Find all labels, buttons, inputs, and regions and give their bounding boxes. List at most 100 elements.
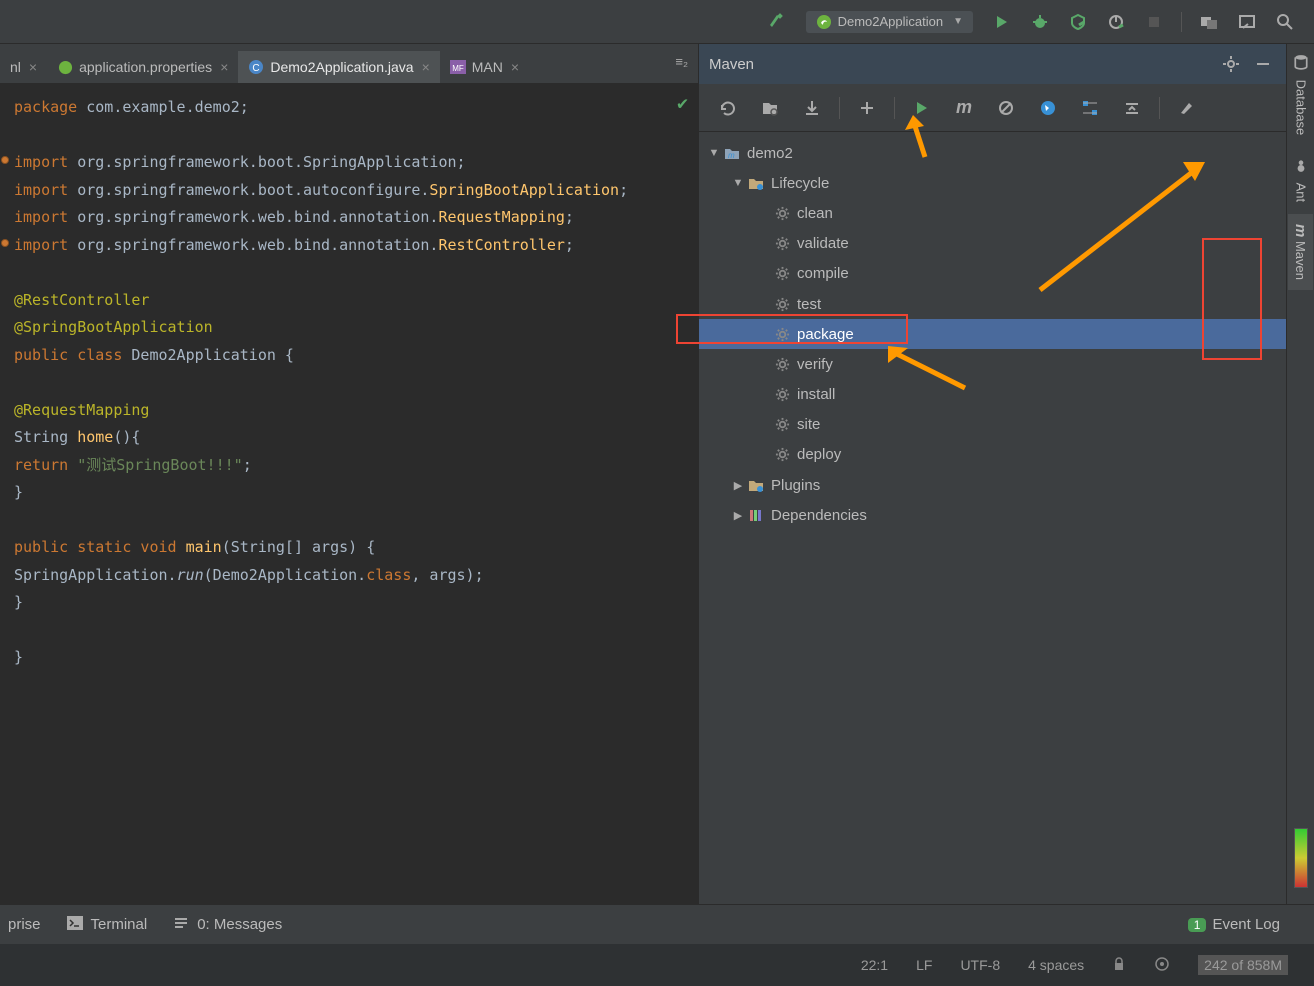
lifecycle-goal-site[interactable]: site	[699, 410, 1286, 440]
run-config-dropdown[interactable]: Demo2Application ▼	[806, 11, 973, 33]
plugins-label: Plugins	[771, 477, 820, 494]
tab-properties[interactable]: application.properties ×	[47, 51, 238, 83]
inspector-icon[interactable]	[1154, 956, 1170, 975]
run-config-label: Demo2Application	[838, 14, 944, 29]
minimize-icon[interactable]	[1250, 51, 1276, 77]
lifecycle-goal-compile[interactable]: compile	[699, 259, 1286, 289]
gear-icon	[773, 235, 791, 253]
plugins-node[interactable]: ▶ Plugins	[699, 470, 1286, 500]
terminal-tab[interactable]: Terminal	[67, 916, 148, 934]
tab-label: Demo2Application.java	[270, 59, 413, 75]
generate-sources-icon[interactable]	[753, 91, 787, 125]
download-sources-icon[interactable]	[795, 91, 829, 125]
event-log-tab[interactable]: 1 Event Log	[1188, 916, 1280, 933]
ant-tab[interactable]: Ant	[1289, 147, 1313, 212]
stop-button[interactable]	[1139, 7, 1169, 37]
toggle-skip-tests-icon[interactable]	[989, 91, 1023, 125]
goal-label: site	[797, 416, 820, 433]
messages-tab[interactable]: 0: Messages	[173, 916, 282, 934]
prise-tab[interactable]: prise	[8, 916, 41, 933]
dependencies-node[interactable]: ▶ Dependencies	[699, 500, 1286, 530]
goal-label: verify	[797, 356, 833, 373]
maven-tree[interactable]: ▼ m demo2 ▼ Lifecycle clean validate compi…	[699, 132, 1286, 904]
search-everywhere-icon[interactable]	[1270, 7, 1300, 37]
main-toolbar: Demo2Application ▼	[0, 0, 1314, 44]
lifecycle-node[interactable]: ▼ Lifecycle	[699, 168, 1286, 198]
lifecycle-goal-package[interactable]: package	[699, 319, 1286, 349]
indent[interactable]: 4 spaces	[1028, 957, 1084, 973]
maven-toolbar: m	[699, 84, 1286, 132]
close-icon[interactable]: ×	[511, 59, 519, 75]
maven-header: Maven	[699, 44, 1286, 84]
chevron-right-icon: ▶	[731, 509, 745, 522]
maven-tab[interactable]: m Maven	[1288, 214, 1313, 290]
lock-icon[interactable]	[1112, 957, 1126, 974]
library-icon	[747, 506, 765, 524]
goal-label: clean	[797, 205, 833, 222]
tab-manifest[interactable]: MF MAN ×	[440, 51, 529, 83]
goal-label: validate	[797, 235, 849, 252]
project-label: demo2	[747, 145, 793, 162]
run-button[interactable]	[987, 7, 1017, 37]
tab-java-active[interactable]: C Demo2Application.java ×	[238, 51, 439, 83]
close-icon[interactable]: ×	[422, 59, 430, 75]
settings-sync-icon[interactable]	[1232, 7, 1262, 37]
chevron-down-icon: ▼	[731, 177, 745, 189]
gear-icon[interactable]	[1218, 51, 1244, 77]
tab-label: MAN	[472, 59, 503, 75]
goal-label: package	[797, 326, 854, 343]
maven-module-icon: m	[723, 144, 741, 162]
dependencies-label: Dependencies	[771, 507, 867, 524]
close-icon[interactable]: ×	[220, 59, 228, 75]
lifecycle-goal-clean[interactable]: clean	[699, 198, 1286, 228]
collapse-all-icon[interactable]	[1115, 91, 1149, 125]
maven-project-node[interactable]: ▼ m demo2	[699, 138, 1286, 168]
coverage-button[interactable]	[1063, 7, 1093, 37]
project-structure-icon[interactable]	[1194, 7, 1224, 37]
memory-indicator[interactable]: 242 of 858M	[1198, 955, 1288, 975]
editor-pane: nl × application.properties × C Demo2App…	[0, 44, 698, 904]
lifecycle-goal-test[interactable]: test	[699, 289, 1286, 319]
folder-icon	[747, 476, 765, 494]
bottom-tool-bar: prise Terminal 0: Messages 1 Event Log	[0, 904, 1314, 944]
memory-meter	[1294, 828, 1308, 888]
build-icon[interactable]	[762, 7, 792, 37]
lifecycle-goal-install[interactable]: install	[699, 380, 1286, 410]
execute-goal-icon[interactable]: m	[947, 91, 981, 125]
run-maven-icon[interactable]	[905, 91, 939, 125]
close-icon[interactable]: ×	[29, 59, 37, 75]
show-dependencies-icon[interactable]	[1073, 91, 1107, 125]
reimport-icon[interactable]	[711, 91, 745, 125]
maven-title: Maven	[709, 56, 754, 73]
notification-badge: 1	[1188, 918, 1207, 932]
lifecycle-goal-validate[interactable]: validate	[699, 229, 1286, 259]
gear-icon	[773, 416, 791, 434]
divider	[1181, 12, 1182, 32]
cursor-position[interactable]: 22:1	[861, 957, 888, 973]
profile-button[interactable]	[1101, 7, 1131, 37]
content-area: nl × application.properties × C Demo2App…	[0, 44, 1314, 904]
svg-text:MF: MF	[452, 64, 464, 73]
tab-xml[interactable]: nl ×	[0, 51, 47, 83]
divider	[839, 97, 840, 119]
toggle-offline-icon[interactable]	[1031, 91, 1065, 125]
folder-icon	[747, 174, 765, 192]
maven-tool-window: Maven m ▼ m demo2	[698, 44, 1286, 904]
editor-tabs: nl × application.properties × C Demo2App…	[0, 44, 698, 84]
debug-button[interactable]	[1025, 7, 1055, 37]
divider	[894, 97, 895, 119]
terminal-icon	[67, 916, 83, 934]
add-icon[interactable]	[850, 91, 884, 125]
line-ending[interactable]: LF	[916, 957, 932, 973]
code-editor[interactable]: ✔ package com.example.demo2; import org.…	[0, 84, 698, 904]
tab-label: application.properties	[79, 59, 212, 75]
encoding[interactable]: UTF-8	[960, 957, 1000, 973]
lifecycle-goal-verify[interactable]: verify	[699, 349, 1286, 379]
lifecycle-goal-deploy[interactable]: deploy	[699, 440, 1286, 470]
database-tab[interactable]: Database	[1289, 44, 1313, 145]
chevron-down-icon: ▼	[953, 16, 963, 27]
maven-settings-icon[interactable]	[1170, 91, 1204, 125]
goal-label: deploy	[797, 446, 841, 463]
editor-marker[interactable]: ≡₂	[675, 54, 688, 69]
gear-icon	[773, 295, 791, 313]
